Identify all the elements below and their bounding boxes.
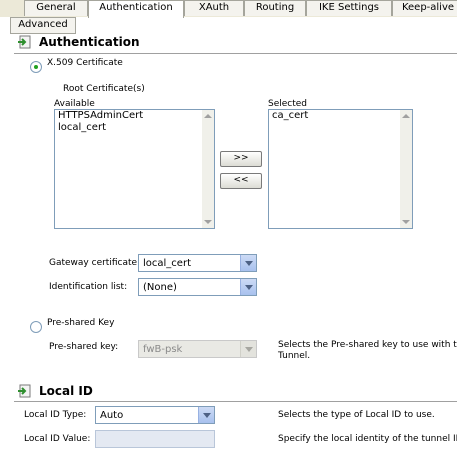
tab-keep-alive[interactable]: Keep-alive: [392, 0, 457, 16]
local-id-value-label: Local ID Value:: [24, 434, 91, 444]
tab-ike-settings[interactable]: IKE Settings: [306, 0, 392, 16]
local-id-type-select[interactable]: Auto: [95, 406, 215, 424]
section-arrow-icon: [18, 35, 31, 49]
remove-button[interactable]: <<: [220, 173, 262, 189]
add-button[interactable]: >>: [220, 151, 262, 167]
local-id-value-input[interactable]: [95, 430, 215, 448]
scroll-down-icon[interactable]: [402, 220, 410, 224]
scroll-down-icon[interactable]: [204, 220, 212, 224]
psk-select[interactable]: fwB-psk: [138, 340, 257, 358]
root-cert-label: Root Certificate(s): [63, 84, 145, 94]
gateway-cert-value: local_cert: [143, 258, 191, 269]
section-divider: [14, 53, 457, 54]
gateway-cert-label: Gateway certificate:: [49, 258, 141, 268]
tab-routing[interactable]: Routing: [244, 0, 306, 16]
tab-authentication[interactable]: Authentication: [88, 0, 184, 18]
section-arrow-icon: [18, 384, 31, 398]
available-label: Available: [54, 99, 95, 109]
psk-label: Pre-shared key:: [49, 342, 119, 352]
psk-value: fwB-psk: [143, 344, 183, 355]
list-item[interactable]: local_cert: [55, 122, 214, 134]
tab-general[interactable]: General: [24, 0, 88, 16]
psk-radio[interactable]: [30, 321, 42, 333]
selected-scrollbar[interactable]: [400, 110, 412, 228]
selected-list[interactable]: ca_cert: [268, 109, 413, 229]
selected-label: Selected: [268, 99, 308, 109]
ident-list-label: Identification list:: [49, 282, 128, 292]
chevron-down-icon[interactable]: [198, 407, 214, 423]
chevron-down-icon[interactable]: [240, 279, 256, 295]
tab-advanced[interactable]: Advanced: [10, 17, 76, 34]
list-item[interactable]: HTTPSAdminCert: [55, 110, 214, 122]
scroll-up-icon[interactable]: [204, 114, 212, 118]
ident-list-value: (None): [143, 282, 177, 293]
gateway-cert-select[interactable]: local_cert: [138, 254, 257, 272]
chevron-down-icon[interactable]: [240, 255, 256, 271]
x509-radio[interactable]: [30, 61, 42, 73]
available-list[interactable]: HTTPSAdminCert local_cert: [54, 109, 215, 229]
x509-label: X.509 Certificate: [47, 58, 123, 68]
local-id-type-value: Auto: [100, 410, 124, 421]
local-id-value-description: Specify the local identity of the tunnel…: [278, 434, 457, 444]
tab-bar: General Authentication XAuth Routing IKE…: [0, 0, 457, 18]
chevron-down-icon[interactable]: [240, 341, 256, 357]
authentication-title: Authentication: [39, 35, 140, 49]
psk-description-line1: Selects the Pre-shared key to use with t…: [278, 340, 457, 350]
ident-list-select[interactable]: (None): [138, 278, 257, 296]
local-id-title: Local ID: [39, 384, 93, 398]
scroll-up-icon[interactable]: [402, 114, 410, 118]
psk-radio-label: Pre-shared Key: [47, 318, 115, 328]
local-id-type-label: Local ID Type:: [24, 410, 87, 420]
list-item[interactable]: ca_cert: [269, 110, 412, 122]
section-divider: [14, 401, 457, 402]
tab-xauth[interactable]: XAuth: [184, 0, 244, 16]
local-id-type-description: Selects the type of Local ID to use.: [278, 410, 435, 420]
radio-dot: [34, 65, 38, 69]
available-scrollbar[interactable]: [202, 110, 214, 228]
psk-description-line2: Tunnel.: [278, 351, 311, 361]
